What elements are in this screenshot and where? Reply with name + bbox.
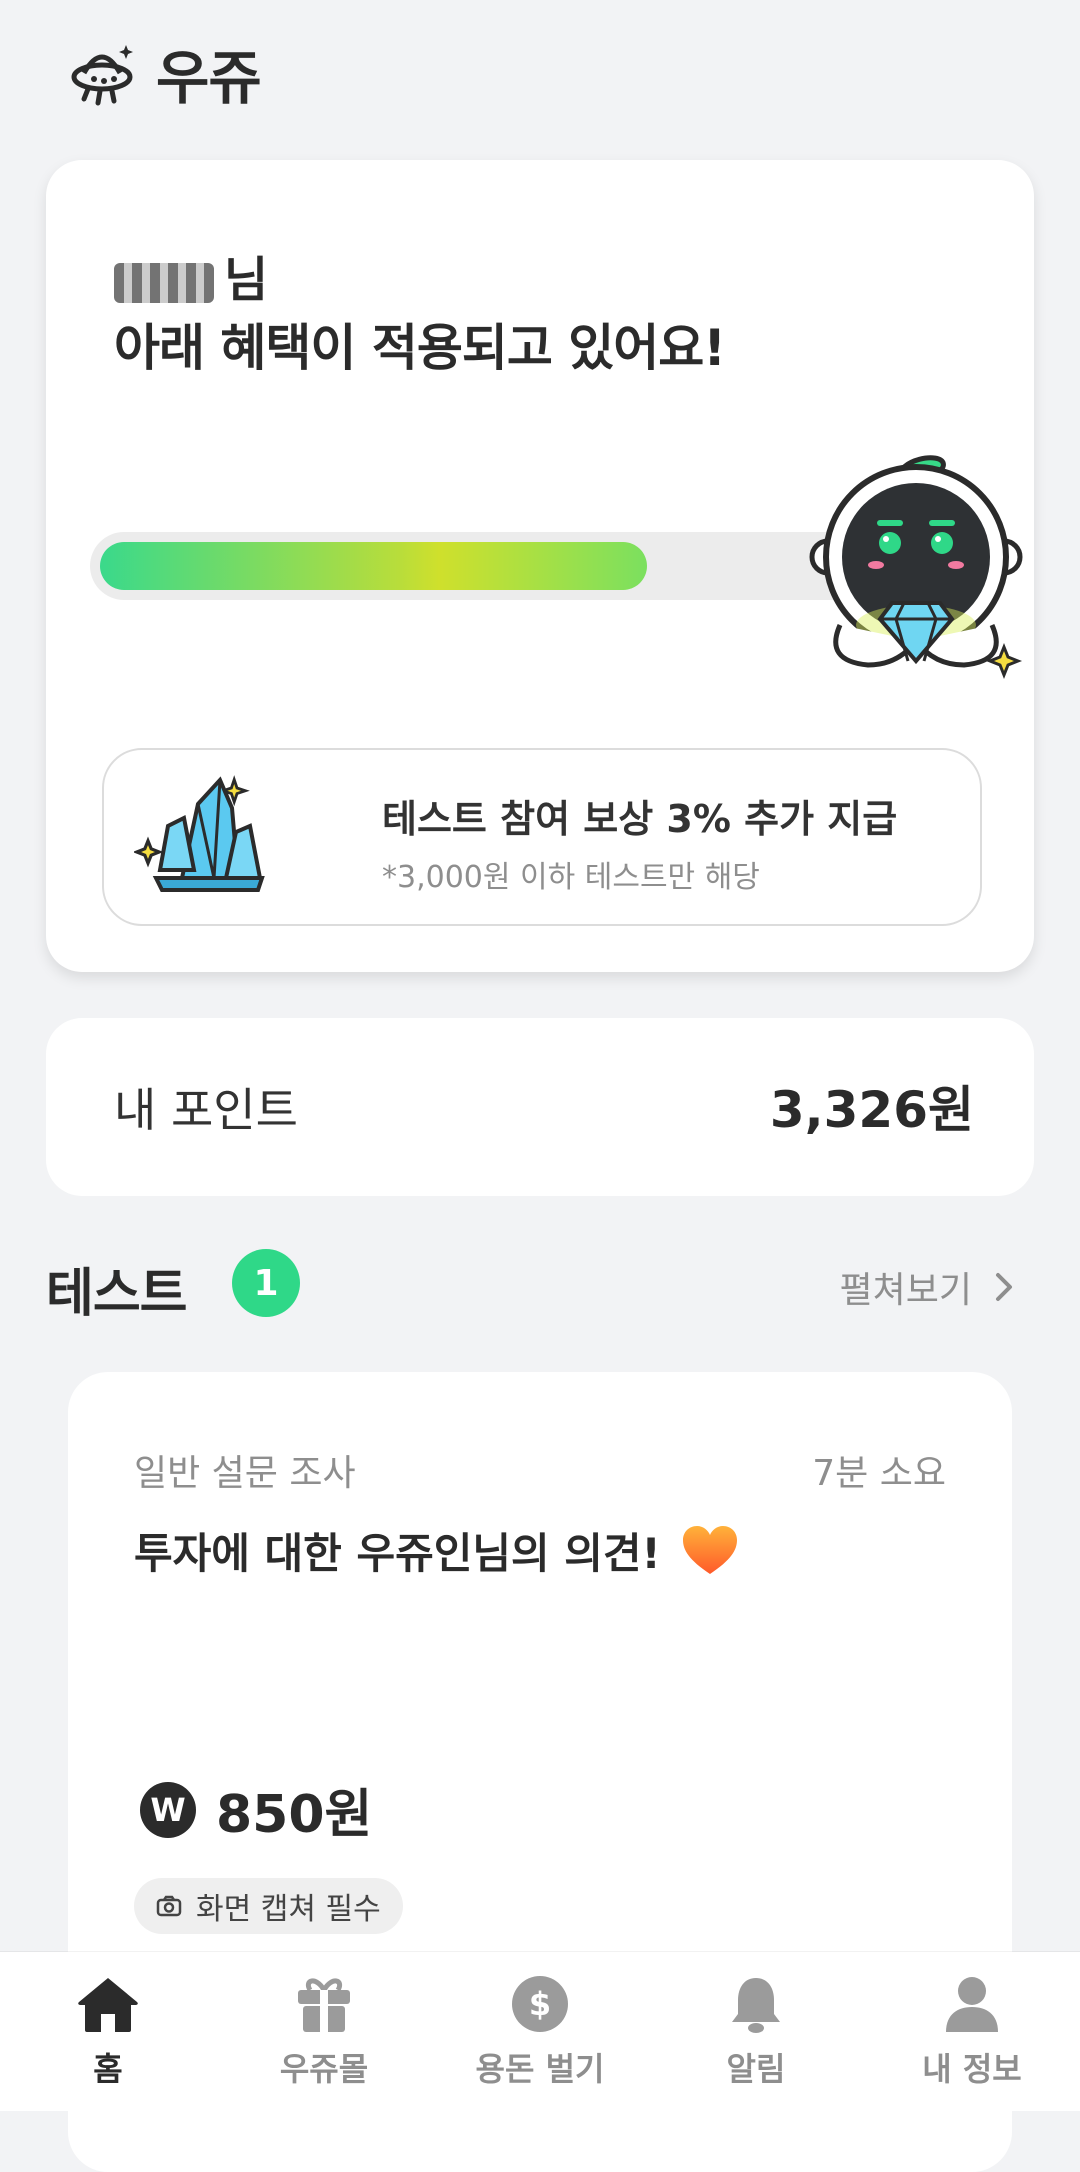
astronaut-mascot-icon xyxy=(809,455,1023,680)
nav-item-home[interactable]: 홈 xyxy=(0,1974,216,2090)
nav-label-mall: 우쥬몰 xyxy=(279,2050,369,2088)
gift-icon xyxy=(298,1978,350,2032)
bottom-nav: 홈 우쥬몰 $ 용돈 벌기 알림 내 정보 xyxy=(0,1952,1080,2111)
app-title: 우쥬 xyxy=(156,44,262,112)
nav-label-home: 홈 xyxy=(93,2050,123,2088)
tag-label: 화면 캡쳐 필수 xyxy=(196,1892,381,1927)
test-title-text: 투자에 대한 우쥬인님의 의견! xyxy=(134,1529,661,1578)
app-header: 우쥬 xyxy=(70,38,262,112)
greeting-message: 아래 혜택이 적용되고 있어요! xyxy=(114,319,726,377)
test-category: 일반 설문 조사 xyxy=(134,1453,356,1494)
test-duration: 7분 소요 xyxy=(812,1453,946,1494)
nav-item-profile[interactable]: 내 정보 xyxy=(864,1974,1080,2090)
bell-icon xyxy=(732,1978,780,2033)
won-coin-icon: W xyxy=(140,1781,196,1838)
reward-amount: 850원 xyxy=(216,1785,373,1845)
benefit-card: 님 아래 혜택이 적용되고 있어요! 테스트 참여 보상 3% 추가 지급 *3… xyxy=(46,160,1034,972)
camera-icon xyxy=(156,1895,182,1917)
test-section-header: 테스트 1 펼쳐보기 xyxy=(46,1245,1034,1325)
home-icon xyxy=(78,1978,138,2032)
nav-label-profile: 내 정보 xyxy=(922,2050,1022,2088)
points-label: 내 포인트 xyxy=(114,1083,298,1137)
expand-button[interactable]: 펼쳐보기 xyxy=(840,1261,1014,1313)
test-reward: W 850원 xyxy=(140,1772,372,1847)
crystal-icon xyxy=(134,775,265,892)
nav-item-earn[interactable]: $ 용돈 벌기 xyxy=(432,1974,648,2090)
chevron-right-icon xyxy=(996,1273,1012,1301)
nav-item-mall[interactable]: 우쥬몰 xyxy=(216,1974,432,2090)
screenshot-required-tag: 화면 캡쳐 필수 xyxy=(134,1878,403,1934)
person-icon xyxy=(946,1977,998,2032)
test-title: 투자에 대한 우쥬인님의 의견! xyxy=(134,1520,737,1581)
nav-label-earn: 용돈 벌기 xyxy=(475,2050,605,2088)
progress-fill xyxy=(100,542,647,590)
masked-username xyxy=(114,263,214,303)
points-card[interactable]: 내 포인트 3,326원 xyxy=(46,1018,1034,1196)
nav-label-alerts: 알림 xyxy=(726,2050,786,2088)
svg-text:$: $ xyxy=(529,1985,551,2023)
ufo-logo-icon xyxy=(71,45,133,106)
points-value: 3,326원 xyxy=(769,1081,974,1139)
benefit-title: 테스트 참여 보상 3% 추가 지급 xyxy=(382,797,898,841)
greeting-suffix: 님 xyxy=(224,252,269,308)
benefit-progress-bar xyxy=(90,532,870,600)
benefit-subtitle: *3,000원 이하 테스트만 해당 xyxy=(382,860,760,895)
nav-item-alerts[interactable]: 알림 xyxy=(648,1974,864,2090)
user-greeting: 님 xyxy=(114,240,268,310)
dollar-icon: $ xyxy=(512,1976,568,2032)
benefit-detail-box: 테스트 참여 보상 3% 추가 지급 *3,000원 이하 테스트만 해당 xyxy=(102,748,982,926)
orange-heart-icon xyxy=(682,1525,737,1574)
expand-label: 펼쳐보기 xyxy=(839,1270,972,1311)
test-section-title: 테스트 xyxy=(46,1264,188,1324)
test-count-badge: 1 xyxy=(232,1249,300,1317)
